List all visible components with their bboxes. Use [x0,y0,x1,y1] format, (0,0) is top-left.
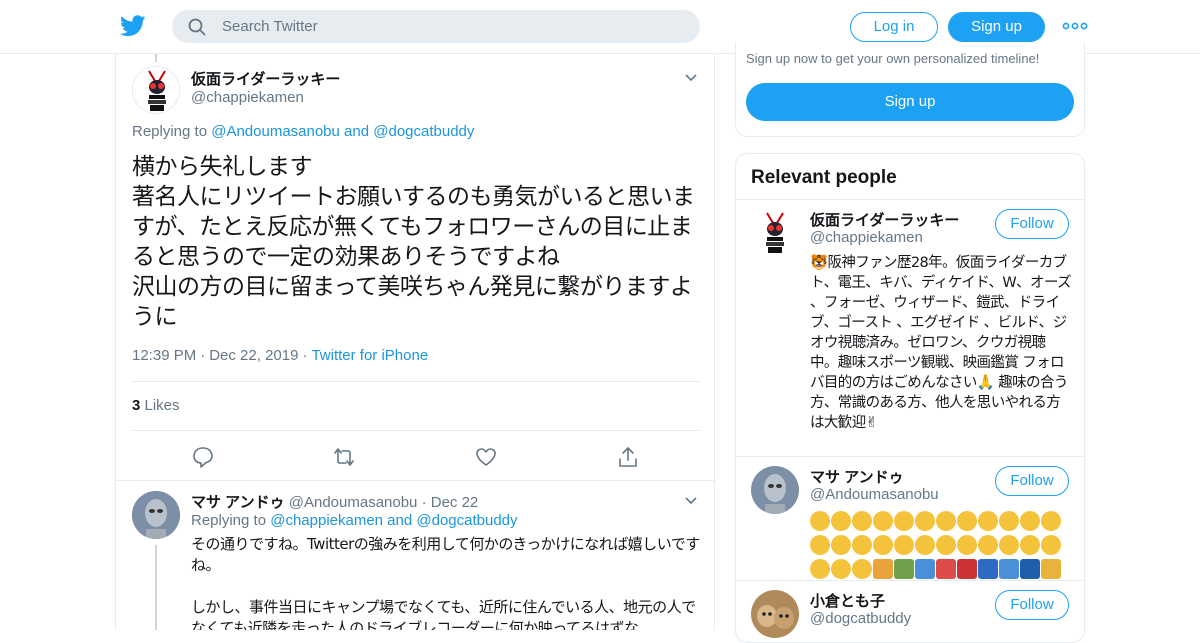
mention-link[interactable]: @chappiekamen [270,512,383,529]
divider [131,430,700,431]
reply-icon[interactable] [192,446,214,468]
reply-header: マサ アンドゥ @Andoumasanobu · Dec 22 [191,491,478,512]
signup-button[interactable]: Sign up [948,12,1045,42]
reply-author-handle[interactable]: @Andoumasanobu [289,494,418,511]
author-name[interactable]: 仮面ライダーラッキー [191,68,340,89]
divider [116,480,714,481]
signup-card: Sign up now to get your own personalized… [735,42,1085,137]
search-input[interactable] [222,10,682,43]
reply-date[interactable]: Dec 22 [431,494,479,511]
person-handle[interactable]: @Andoumasanobu [810,486,939,503]
person-handle[interactable]: @chappiekamen [810,229,923,246]
kamen-rider-avatar-icon [133,67,179,113]
person-card: 小倉とも子 @dogcatbuddy Follow [736,580,1084,642]
separator-dot: · [200,347,206,364]
avatar[interactable] [751,466,799,514]
replying-prefix: Replying to [191,512,271,529]
person-name[interactable]: 仮面ライダーラッキー [810,209,959,230]
avatar[interactable] [751,209,799,257]
tweet-column: 仮面ライダーラッキー @chappiekamen Replying to @An… [115,54,715,630]
tweet-meta: 12:39 PM · Dec 22, 2019 · Twitter for iPhone [132,347,428,364]
emoji-row-icon [810,511,1072,583]
replying-to: Replying to @Andoumasanobu and @dogcatbu… [132,123,474,140]
sidebar-signup-button[interactable]: Sign up [746,83,1074,121]
tweet-text: 横から失礼します 著名人にリツイートお願いするのも勇気がいると思いますが、たとえ… [132,154,695,330]
person-bio: 🐯阪神ファン歴28年。仮面ライダーカブト、電王、キバ、ディケイド、W、オーズ 、… [810,255,1076,431]
author-handle[interactable]: @chappiekamen [191,89,304,106]
mention-link[interactable]: @Andoumasanobu [211,123,340,140]
likes-count[interactable]: 3 Likes [132,397,180,414]
retweet-icon[interactable] [333,446,355,468]
thread-line [155,545,157,630]
relevant-people-card: Relevant people 仮面ライダーラッキー @chappiekamen… [735,153,1085,643]
follow-button[interactable]: Follow [995,590,1069,620]
like-heart-icon[interactable] [475,446,497,468]
search-box[interactable] [172,10,700,43]
person-card: 仮面ライダーラッキー @chappiekamen Follow 🐯阪神ファン歴2… [736,199,1084,457]
separator-dot: · [302,347,308,364]
share-icon[interactable] [617,446,639,468]
follow-button[interactable]: Follow [995,466,1069,496]
replying-and: and [339,123,374,140]
chevron-down-icon[interactable] [685,74,697,82]
silver-mask-avatar-icon [132,491,180,539]
follow-button[interactable]: Follow [995,209,1069,239]
replying-prefix: Replying to [132,123,212,140]
replying-and: and [383,512,417,529]
more-options-icon[interactable] [1062,18,1088,34]
mention-link[interactable]: @dogcatbuddy [416,512,517,529]
divider [131,381,700,382]
tweet-source[interactable]: Twitter for iPhone [311,347,428,364]
person-name[interactable]: 小倉とも子 [810,590,885,611]
avatar[interactable] [132,66,180,114]
chevron-down-icon[interactable] [685,497,697,505]
silver-mask-avatar-icon [751,466,799,514]
dog-avatar-icon [751,590,799,638]
signup-prompt: Sign up now to get your own personalized… [746,51,1040,66]
avatar[interactable] [132,491,180,539]
login-button[interactable]: Log in [850,12,938,42]
search-icon [188,18,206,36]
tweet-time[interactable]: 12:39 PM [132,347,196,364]
person-handle[interactable]: @dogcatbuddy [810,610,911,627]
avatar[interactable] [751,590,799,638]
twitter-bird-icon[interactable] [120,14,146,38]
person-card: マサ アンドゥ @Andoumasanobu Follow [736,456,1084,583]
reply-author-name[interactable]: マサ アンドゥ [191,494,285,511]
tweet-date[interactable]: Dec 22, 2019 [209,347,298,364]
mention-link[interactable]: @dogcatbuddy [373,123,474,140]
relevant-people-title: Relevant people [751,167,897,188]
kamen-rider-avatar-icon [751,209,799,257]
thread-line [155,54,157,62]
replying-to: Replying to @chappiekamen and @dogcatbud… [191,512,518,529]
likes-label: Likes [140,397,180,414]
separator-dot: · [421,494,427,511]
reply-text: その通りですね。Twitterの強みを利用して何かのきっかけになれば嬉しいですね… [191,535,700,630]
person-name[interactable]: マサ アンドゥ [810,466,904,487]
